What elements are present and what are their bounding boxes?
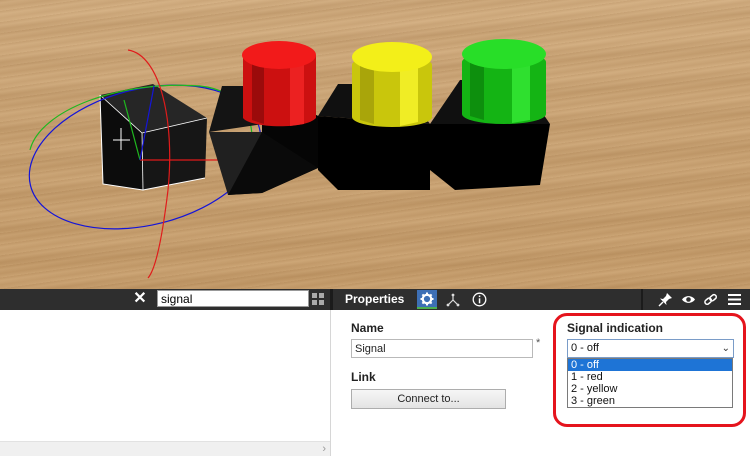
required-marker: * — [536, 337, 541, 349]
close-icon[interactable]: ✕ — [133, 291, 147, 307]
horizontal-scrollbar[interactable]: › — [0, 441, 330, 456]
link-icon[interactable] — [703, 292, 718, 307]
name-label: Name — [351, 321, 384, 335]
chevron-right-icon[interactable]: › — [322, 443, 326, 455]
hierarchy-icon — [446, 293, 460, 306]
option-yellow[interactable]: 2 - yellow — [568, 383, 732, 395]
grid-view-icon[interactable] — [312, 293, 325, 306]
signal-green-unit[interactable] — [430, 39, 550, 190]
pin-icon[interactable] — [658, 292, 673, 307]
option-green[interactable]: 3 - green — [568, 395, 732, 407]
link-label: Link — [351, 370, 376, 384]
panel-title: Properties — [345, 292, 405, 306]
signal-yellow-unit[interactable] — [318, 42, 432, 190]
connect-to-button[interactable]: Connect to... — [351, 389, 506, 409]
tab-info[interactable] — [469, 290, 489, 309]
option-red[interactable]: 1 - red — [568, 371, 732, 383]
gear-icon — [420, 292, 434, 305]
chevron-down-icon[interactable]: ⌄ — [722, 340, 730, 357]
signal-red-unit[interactable] — [209, 41, 318, 195]
signal-indication-label: Signal indication — [567, 321, 664, 335]
tools-divider — [641, 289, 643, 310]
name-field[interactable] — [351, 339, 533, 358]
properties-toolbar: Properties — [333, 289, 750, 310]
info-icon — [472, 292, 486, 307]
option-off[interactable]: 0 - off — [568, 359, 732, 371]
select-value: 0 - off — [571, 342, 599, 354]
panel-divider — [330, 310, 331, 456]
search-input[interactable] — [157, 290, 309, 307]
tab-settings[interactable] — [417, 290, 437, 309]
menu-icon[interactable] — [727, 292, 742, 307]
left-toolbar: ✕ — [0, 289, 330, 310]
panel-tools — [641, 289, 750, 310]
signal-options-list: 0 - off 1 - red 2 - yellow 3 - green — [567, 358, 733, 408]
eye-icon[interactable] — [681, 292, 696, 307]
scene: x — [28, 39, 550, 279]
search-results-panel — [0, 310, 330, 456]
tab-hierarchy[interactable] — [443, 290, 463, 309]
signal-indication-select[interactable]: 0 - off ⌄ — [567, 339, 734, 358]
3d-viewport[interactable]: x — [0, 0, 750, 289]
selected-cube[interactable] — [99, 84, 208, 191]
